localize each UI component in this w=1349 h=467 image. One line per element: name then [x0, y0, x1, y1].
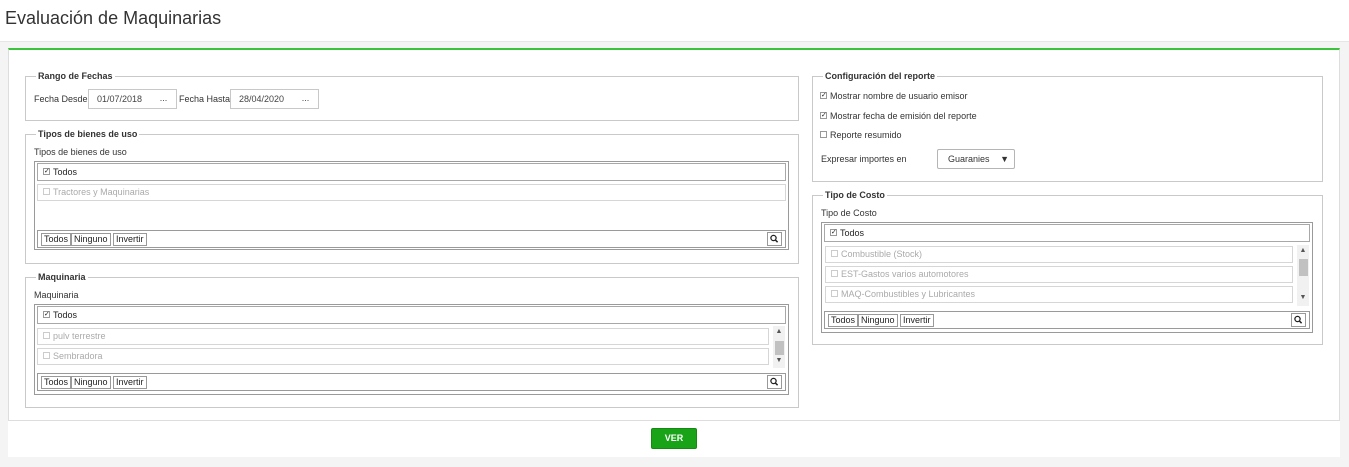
- select-none-button[interactable]: Ninguno: [71, 376, 111, 389]
- tipos-bienes-list-toolbar: Todos Ninguno Invertir: [37, 230, 786, 248]
- select-all-button[interactable]: Todos: [41, 376, 72, 389]
- select-none-button[interactable]: Ninguno: [858, 314, 898, 327]
- list-item-label: Sembradora: [53, 351, 103, 361]
- invert-selection-button[interactable]: Invertir: [113, 233, 147, 246]
- fecha-desde-input[interactable]: 01/07/2018: [88, 89, 152, 109]
- select-all-button[interactable]: Todos: [41, 233, 72, 246]
- search-icon[interactable]: [767, 375, 782, 389]
- list-item-label: Combustible (Stock): [841, 249, 923, 259]
- fecha-hasta-input[interactable]: 28/04/2020: [230, 89, 294, 109]
- scroll-thumb[interactable]: [775, 341, 784, 355]
- tipo-costo-label: Tipo de Costo: [821, 208, 877, 218]
- checkbox-icon: [43, 188, 50, 196]
- maquinaria-scrollbar[interactable]: ▲ ▼: [773, 326, 785, 368]
- invert-selection-button[interactable]: Invertir: [900, 314, 934, 327]
- tipo-costo-scrollbar[interactable]: ▲ ▼: [1297, 245, 1309, 306]
- list-item[interactable]: pulv terrestre: [37, 328, 769, 345]
- dropdown-arrow-icon: ▼: [1000, 154, 1009, 164]
- importes-label: Expresar importes en: [821, 154, 907, 164]
- tipo-costo-list-toolbar: Todos Ninguno Invertir: [824, 311, 1310, 329]
- tipos-bienes-label: Tipos de bienes de uso: [34, 147, 127, 157]
- scroll-up-icon[interactable]: ▲: [773, 327, 785, 337]
- tipos-bienes-legend: Tipos de bienes de uso: [36, 129, 140, 139]
- checkbox-icon: [43, 332, 50, 340]
- checkbox-checked-icon: ✓: [43, 311, 50, 319]
- fecha-desde-label: Fecha Desde: [34, 94, 88, 104]
- checkbox-checked-icon: ✓: [820, 112, 827, 120]
- invert-selection-button[interactable]: Invertir: [113, 376, 147, 389]
- maquinaria-label: Maquinaria: [34, 290, 79, 300]
- opt-resumido-checkbox[interactable]: Reporte resumido: [820, 130, 902, 140]
- list-item[interactable]: Sembradora: [37, 348, 769, 365]
- checkbox-icon: [820, 131, 827, 139]
- checkbox-checked-icon: ✓: [820, 92, 827, 100]
- tipo-costo-todos-item[interactable]: ✓ Todos: [824, 224, 1310, 242]
- fecha-desde-picker-button[interactable]: ...: [151, 89, 177, 109]
- list-item[interactable]: MAQ-Combustibles y Lubricantes: [825, 286, 1293, 303]
- fecha-hasta-label: Fecha Hasta: [179, 94, 231, 104]
- checkbox-icon: [831, 270, 838, 278]
- checkbox-icon: [831, 290, 838, 298]
- page-header: Evaluación de Maquinarias: [0, 0, 1349, 42]
- list-item-label: EST-Gastos varios automotores: [841, 269, 969, 279]
- select-all-button[interactable]: Todos: [828, 314, 859, 327]
- fecha-hasta-picker-button[interactable]: ...: [293, 89, 319, 109]
- list-item[interactable]: Combustible (Stock): [825, 246, 1293, 263]
- tipos-bienes-todos-item[interactable]: ✓ Todos: [37, 163, 786, 181]
- importes-select[interactable]: Guaranies ▼: [937, 149, 1015, 169]
- checkbox-checked-icon: ✓: [830, 229, 837, 237]
- list-item-label: pulv terrestre: [53, 331, 106, 341]
- list-item[interactable]: EST-Gastos varios automotores: [825, 266, 1293, 283]
- config-legend: Configuración del reporte: [823, 71, 938, 81]
- maquinaria-legend: Maquinaria: [36, 272, 88, 282]
- page-title: Evaluación de Maquinarias: [5, 8, 222, 28]
- opt-fecha-label: Mostrar fecha de emisión del reporte: [830, 111, 977, 121]
- checkbox-icon: [831, 250, 838, 258]
- checkbox-icon: [43, 352, 50, 360]
- todos-label: Todos: [53, 167, 78, 177]
- maquinaria-list-toolbar: Todos Ninguno Invertir: [37, 373, 786, 391]
- opt-usuario-checkbox[interactable]: ✓ Mostrar nombre de usuario emisor: [820, 91, 968, 101]
- list-item[interactable]: Tractores y Maquinarias: [37, 184, 786, 201]
- maquinaria-todos-item[interactable]: ✓ Todos: [37, 306, 786, 324]
- todos-label: Todos: [53, 310, 78, 320]
- opt-resumido-label: Reporte resumido: [830, 130, 902, 140]
- opt-fecha-checkbox[interactable]: ✓ Mostrar fecha de emisión del reporte: [820, 111, 977, 121]
- select-none-button[interactable]: Ninguno: [71, 233, 111, 246]
- ver-button[interactable]: VER: [651, 428, 697, 449]
- opt-usuario-label: Mostrar nombre de usuario emisor: [830, 91, 968, 101]
- scroll-up-icon[interactable]: ▲: [1297, 246, 1309, 256]
- scroll-down-icon[interactable]: ▼: [1297, 293, 1309, 303]
- search-icon[interactable]: [767, 232, 782, 246]
- importes-select-value: Guaranies: [948, 154, 990, 164]
- checkbox-checked-icon: ✓: [43, 168, 50, 176]
- scroll-thumb[interactable]: [1299, 259, 1308, 276]
- search-icon[interactable]: [1291, 313, 1306, 327]
- tipo-costo-legend: Tipo de Costo: [823, 190, 887, 200]
- list-item-label: Tractores y Maquinarias: [53, 187, 150, 197]
- scroll-down-icon[interactable]: ▼: [773, 356, 785, 366]
- date-range-legend: Rango de Fechas: [36, 71, 115, 81]
- todos-label: Todos: [840, 228, 865, 238]
- list-item-label: MAQ-Combustibles y Lubricantes: [841, 289, 976, 299]
